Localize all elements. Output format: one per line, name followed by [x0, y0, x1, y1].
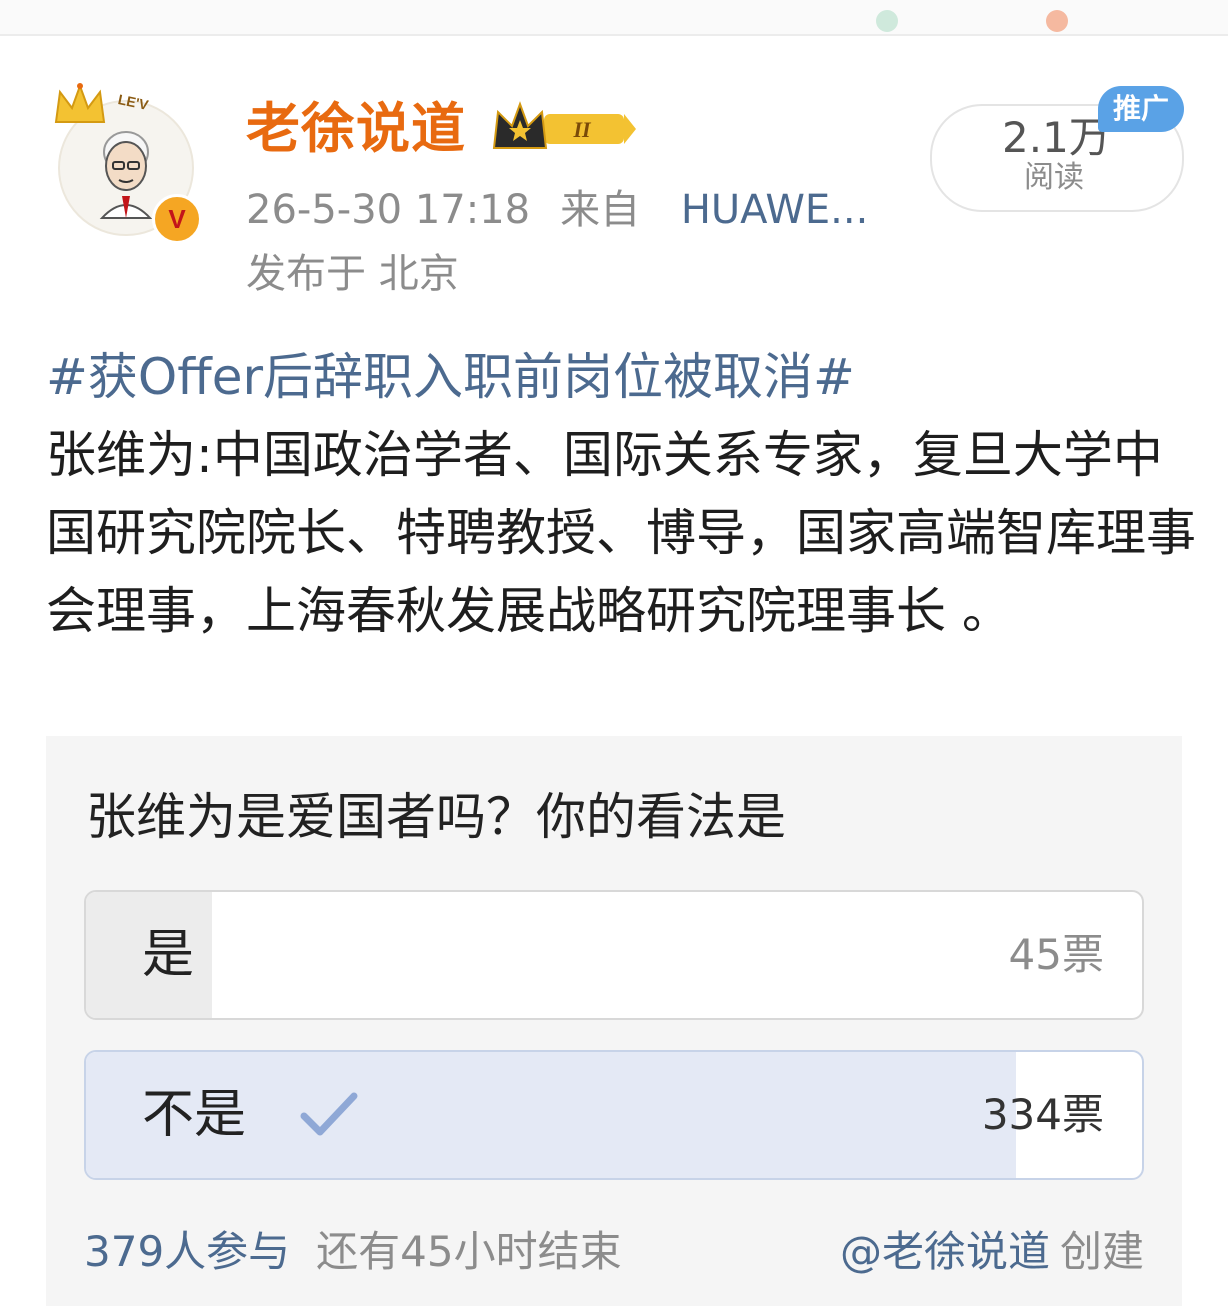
- author-name[interactable]: 老徐说道: [246, 96, 466, 162]
- decor-dot: [876, 10, 898, 32]
- topic-hashtag[interactable]: #获Offer后辞职入职前岗位被取消#: [46, 344, 855, 410]
- poll-option-yes[interactable]: 是 45票: [84, 890, 1144, 1020]
- vip-crown-badge-icon[interactable]: II: [490, 100, 640, 156]
- top-strip: [0, 0, 1228, 36]
- poll-option-label: 是: [142, 925, 195, 985]
- verified-badge-icon: V: [152, 194, 202, 244]
- checkmark-icon: [300, 1092, 358, 1136]
- post-body: 张维为:中国政治学者、国际关系专家，复旦大学中国研究院院长、特聘教授、博导，国家…: [46, 426, 1196, 640]
- poll-option-label: 不是: [142, 1085, 247, 1145]
- poll-option-no[interactable]: 不是 334票: [84, 1050, 1144, 1180]
- poll-card: 张维为是爱国者吗？你的看法是 是 45票 不是 334票 379人参与 还有45小…: [46, 736, 1182, 1306]
- member-level: II: [572, 117, 592, 142]
- poll-time-left: 还有45小时结束: [316, 1227, 622, 1276]
- from-label: 来自: [560, 187, 641, 233]
- poll-creator: @老徐说道 创建: [840, 1224, 1144, 1280]
- read-count: 2.1万: [1002, 113, 1111, 162]
- post-time: 26-5-30 17:18: [246, 187, 531, 233]
- poll-footer: 379人参与 还有45小时结束 @老徐说道 创建: [84, 1224, 1144, 1280]
- crown-icon: [54, 83, 106, 123]
- device-link[interactable]: HUAWE...: [681, 187, 869, 233]
- post-meta: 26-5-30 17:18 来自 HUAWE...: [246, 182, 868, 238]
- decor-dot: [1046, 10, 1068, 32]
- post-location: 发布于 北京: [246, 251, 459, 297]
- poll-creator-link[interactable]: @老徐说道: [840, 1227, 1050, 1276]
- poll-option-votes: 334票: [981, 1090, 1104, 1139]
- poll-option-votes: 45票: [1008, 930, 1104, 979]
- poll-participants[interactable]: 379人参与: [84, 1227, 290, 1276]
- avatar[interactable]: LE'V V: [48, 82, 202, 244]
- read-label: 阅读: [1024, 160, 1084, 195]
- promo-badge[interactable]: 推广: [1098, 86, 1184, 132]
- poll-created-label: 创建: [1059, 1227, 1144, 1276]
- poll-question: 张维为是爱国者吗？你的看法是: [86, 788, 786, 846]
